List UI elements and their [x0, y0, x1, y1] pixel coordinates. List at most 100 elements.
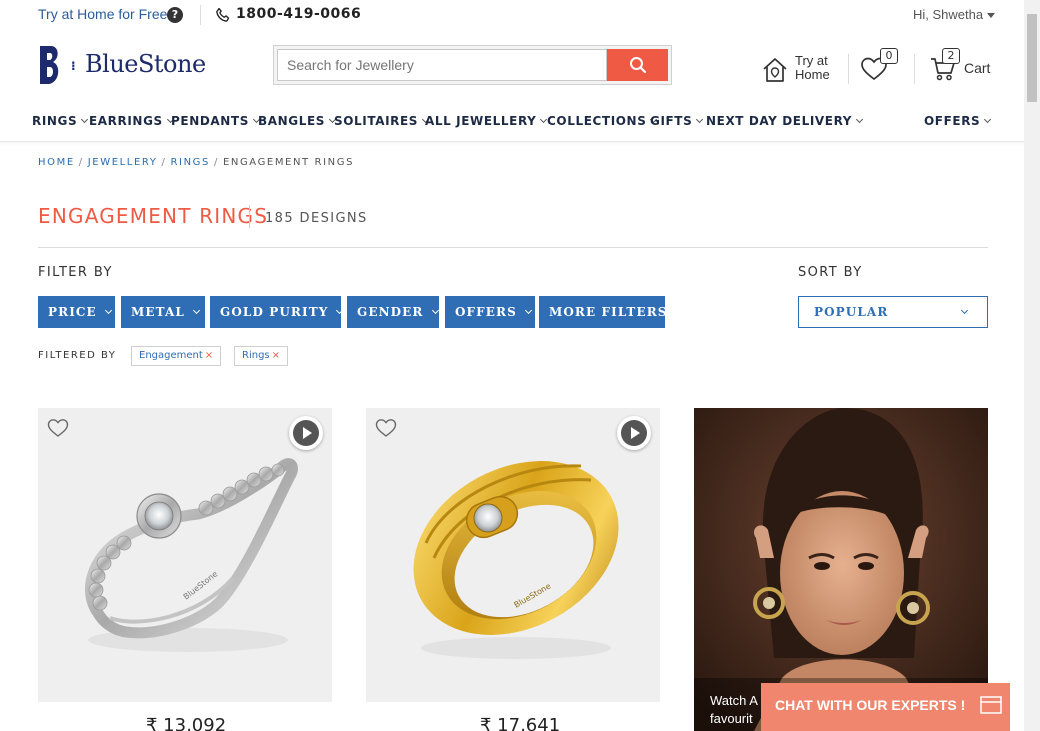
divider — [914, 54, 915, 84]
try-at-home-button[interactable]: Try at Home — [762, 54, 832, 84]
chevron-down-icon — [856, 115, 864, 124]
close-icon[interactable]: × — [272, 350, 280, 361]
more-filters-button[interactable]: MORE FILTERS — [539, 296, 666, 328]
wishlist-heart-icon[interactable] — [47, 418, 69, 438]
chevron-down-icon — [431, 306, 439, 315]
try-at-home-label: Try at Home — [795, 54, 830, 82]
nav-item-rings[interactable]: RINGS — [32, 114, 89, 128]
nav-label: OFFERS — [924, 114, 981, 128]
scrollbar-thumb[interactable] — [1027, 14, 1037, 102]
close-icon[interactable]: × — [205, 350, 213, 361]
promo-caption: Watch A favourit — [710, 692, 758, 728]
sort-by-label: SORT BY — [798, 265, 863, 280]
sort-dropdown[interactable]: POPULAR — [798, 296, 988, 328]
bluestone-logo-icon[interactable] — [38, 44, 62, 86]
help-icon[interactable]: ? — [167, 7, 183, 23]
wishlist-button[interactable]: 0 — [860, 48, 900, 84]
nav-label: BANGLES — [258, 114, 326, 128]
chevron-down-icon — [336, 306, 344, 315]
filter-gold-purity-button[interactable]: GOLD PURITY — [210, 296, 344, 328]
breadcrumb-rings[interactable]: RINGS — [170, 157, 209, 168]
filter-offers-button[interactable]: OFFERS — [445, 296, 535, 328]
user-greeting-menu[interactable]: Hi, Shwetha — [913, 7, 996, 22]
caret-down-icon — [987, 13, 996, 19]
play-video-button[interactable] — [289, 416, 323, 450]
search-icon — [630, 57, 647, 74]
chip-label: Engagement — [139, 350, 203, 361]
divider — [848, 54, 849, 84]
chat-label: CHAT WITH OUR EXPERTS ! — [775, 697, 966, 713]
applied-filter-chip: Rings × — [234, 346, 289, 366]
logo-wordmark[interactable]: BlueStone — [85, 50, 206, 78]
product-price: ₹ 17,641 — [480, 715, 561, 731]
search-bar — [273, 45, 672, 85]
chevron-down-icon — [984, 115, 992, 124]
nav-label: SOLITAIRES — [334, 114, 419, 128]
breadcrumb-jewellery[interactable]: JEWELLERY — [88, 157, 158, 168]
product-image[interactable]: BlueStone — [38, 408, 332, 702]
play-video-button[interactable] — [617, 416, 651, 450]
play-icon — [621, 420, 647, 446]
chevron-down-icon — [192, 306, 200, 315]
filter-by-label: FILTER BY — [38, 265, 113, 280]
nav-label: EARRINGS — [89, 114, 163, 128]
top-utility-bar: Try at Home for Free ? 1800-419-0066 Hi,… — [0, 0, 1024, 30]
breadcrumb-home[interactable]: HOME — [38, 157, 75, 168]
promo-caption-line1: Watch A — [710, 693, 758, 708]
nav-label: ALL JEWELLERY — [425, 114, 537, 128]
chevron-down-icon — [104, 306, 112, 315]
breadcrumb-separator: / — [161, 157, 167, 168]
nav-label: GIFTS — [650, 114, 693, 128]
logo-divider: ⁝ — [71, 59, 76, 73]
nav-label: RINGS — [32, 114, 78, 128]
search-button[interactable] — [607, 49, 668, 81]
cart-button[interactable]: 2 Cart — [930, 48, 990, 84]
play-icon — [293, 420, 319, 446]
nav-item-collections[interactable]: COLLECTIONS — [547, 114, 658, 128]
filter-metal-button[interactable]: METAL — [121, 296, 205, 328]
page-title: ENGAGEMENT RINGS — [38, 204, 269, 228]
divider — [38, 247, 988, 248]
divider — [200, 5, 201, 25]
filter-label: OFFERS — [455, 305, 517, 319]
breadcrumb-separator: / — [213, 157, 219, 168]
product-image[interactable]: BlueStone — [366, 408, 660, 702]
filter-gender-button[interactable]: GENDER — [347, 296, 439, 328]
phone-number[interactable]: 1800-419-0066 — [236, 6, 361, 22]
filter-label: METAL — [131, 305, 185, 319]
try-at-home-line2: Home — [795, 67, 830, 82]
greeting-text: Hi, Shwetha — [913, 7, 984, 22]
chip-label: Rings — [242, 350, 270, 361]
try-at-home-line1: Try at — [795, 53, 828, 68]
page-scrollbar[interactable] — [1024, 0, 1040, 731]
breadcrumb-separator: / — [78, 157, 84, 168]
breadcrumb-current: ENGAGEMENT RINGS — [222, 157, 355, 168]
chat-with-experts-button[interactable]: CHAT WITH OUR EXPERTS ! — [761, 683, 1010, 731]
nav-item-bangles[interactable]: BANGLES — [258, 114, 337, 128]
wishlist-heart-icon[interactable] — [375, 418, 397, 438]
cart-label: Cart — [964, 60, 991, 76]
filtered-by-label: FILTERED BY — [38, 350, 117, 361]
filter-label: GOLD PURITY — [220, 305, 329, 319]
product-card[interactable]: BlueStone — [366, 408, 660, 702]
nav-item-solitaires[interactable]: SOLITAIRES — [334, 114, 430, 128]
try-at-home-link[interactable]: Try at Home for Free — [38, 6, 167, 22]
home-icon — [763, 58, 787, 82]
nav-label: NEXT DAY DELIVERY — [706, 114, 853, 128]
nav-label: COLLECTIONS — [547, 114, 647, 128]
filter-label: GENDER — [357, 305, 424, 319]
product-card[interactable]: BlueStone — [38, 408, 332, 702]
nav-item-gifts[interactable]: GIFTS — [650, 114, 704, 128]
search-input[interactable] — [277, 49, 607, 81]
nav-item-next-day-delivery[interactable]: NEXT DAY DELIVERY — [706, 114, 864, 128]
promo-caption-line2: favourit — [710, 711, 753, 726]
filter-price-button[interactable]: PRICE — [38, 296, 115, 328]
nav-item-pendants[interactable]: PENDANTS — [171, 114, 261, 128]
nav-item-offers[interactable]: OFFERS — [924, 114, 992, 128]
chevron-down-icon — [696, 115, 704, 124]
nav-item-earrings[interactable]: EARRINGS — [89, 114, 174, 128]
sort-selected-value: POPULAR — [814, 305, 889, 319]
wishlist-count-badge: 0 — [880, 48, 898, 64]
breadcrumb: HOME / JEWELLERY / RINGS / ENGAGEMENT RINGS — [38, 157, 354, 168]
nav-item-all-jewellery[interactable]: ALL JEWELLERY — [425, 114, 548, 128]
